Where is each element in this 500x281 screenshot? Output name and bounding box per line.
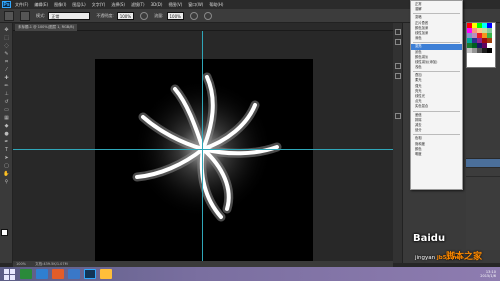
shape-tool-icon[interactable]: ▢ xyxy=(3,163,10,169)
url-watermark: jingyan jb51.net xyxy=(415,255,463,261)
opacity-label: 不透明度: xyxy=(96,12,114,18)
type-tool-icon[interactable]: T xyxy=(3,147,10,153)
foreground-color-swatch[interactable] xyxy=(1,229,8,236)
brush-preset-picker[interactable] xyxy=(20,10,30,21)
horizontal-guide[interactable] xyxy=(13,149,393,150)
menu-divider xyxy=(413,110,460,112)
blur-tool-icon[interactable]: ◆ xyxy=(3,123,10,129)
vertical-guide[interactable] xyxy=(202,31,203,261)
swatches-panel[interactable] xyxy=(466,22,496,68)
taskbar-app-icon[interactable] xyxy=(68,269,80,279)
windows-taskbar: 13:10 2015/1/6 xyxy=(0,267,500,281)
blend-lighter-color[interactable]: 浅色 xyxy=(411,65,462,70)
opacity-input[interactable]: 100% xyxy=(116,11,135,20)
stamp-tool-icon[interactable]: ⊥ xyxy=(3,91,10,97)
healing-tool-icon[interactable]: ✚ xyxy=(3,75,10,81)
windows-start-icon[interactable] xyxy=(3,268,17,280)
tool-preset-picker[interactable] xyxy=(4,10,14,21)
actions-panel-icon[interactable] xyxy=(395,39,401,45)
zoom-tool-icon[interactable]: ⚲ xyxy=(3,179,10,185)
clock-date: 2015/1/6 xyxy=(480,274,496,278)
menu-3d[interactable]: 3D(D) xyxy=(151,2,163,7)
menu-filter[interactable]: 滤镜(T) xyxy=(131,2,145,8)
mode-label: 模式: xyxy=(36,12,46,18)
photoshop-logo: Ps xyxy=(2,1,11,8)
zoom-level[interactable]: 100% xyxy=(16,262,26,266)
layer-row[interactable] xyxy=(466,168,500,177)
move-tool-icon[interactable]: ✥ xyxy=(3,27,10,33)
crop-tool-icon[interactable]: ⌗ xyxy=(3,59,10,65)
flow-input[interactable]: 100% xyxy=(166,11,184,20)
flow-label: 流量: xyxy=(154,12,164,18)
menu-view[interactable]: 视图(V) xyxy=(168,2,182,8)
system-clock[interactable]: 13:10 2015/1/6 xyxy=(480,270,496,278)
menu-window[interactable]: 窗口(W) xyxy=(188,2,203,8)
history-brush-icon[interactable]: ↺ xyxy=(3,99,10,105)
canvas-area[interactable] xyxy=(13,31,393,273)
layer-row[interactable] xyxy=(466,150,500,159)
mode-select[interactable]: 正常 xyxy=(48,11,91,20)
photoshop-taskbar-icon[interactable] xyxy=(84,269,96,279)
eyedropper-tool-icon[interactable]: ⁄ xyxy=(3,67,10,73)
path-select-tool-icon[interactable]: ➤ xyxy=(3,155,10,161)
document-tab[interactable]: 未标题-1 @ 100%(图层 1, RGB/8) xyxy=(15,24,77,31)
character-panel-icon[interactable] xyxy=(395,63,401,69)
menu-layer[interactable]: 图层(L) xyxy=(72,2,85,8)
gradient-tool-icon[interactable]: ▦ xyxy=(3,115,10,121)
blend-dissolve[interactable]: 溶解 xyxy=(411,7,462,12)
blend-luminosity[interactable]: 明度 xyxy=(411,152,462,157)
menu-file[interactable]: 文件(F) xyxy=(15,2,28,8)
layer-row-active[interactable] xyxy=(466,159,500,168)
pressure-opacity-icon[interactable] xyxy=(140,11,149,20)
swirl-artwork xyxy=(132,72,282,222)
watermark-url: jingyan xyxy=(415,255,436,261)
panel-icon-strip xyxy=(393,23,403,263)
menu-edit[interactable]: 编辑(E) xyxy=(34,2,48,8)
watermark-site-en: jb51.net xyxy=(436,255,463,261)
hand-tool-icon[interactable]: ✋ xyxy=(3,171,10,177)
blend-divide[interactable]: 划分 xyxy=(411,128,462,133)
taskbar-app-icon[interactable] xyxy=(20,269,32,279)
blend-darker-color[interactable]: 深色 xyxy=(411,36,462,41)
marquee-tool-icon[interactable]: ⬚ xyxy=(3,35,10,41)
layers-panel xyxy=(466,150,500,250)
quick-select-tool-icon[interactable]: ✎ xyxy=(3,51,10,57)
history-panel-icon[interactable] xyxy=(395,29,401,35)
document-size: 文档:439.5K/1.07M xyxy=(35,262,68,266)
document-canvas[interactable] xyxy=(95,59,313,273)
info-panel-icon[interactable] xyxy=(395,113,401,119)
taskbar-app-icon[interactable] xyxy=(100,269,112,279)
blend-hard-mix[interactable]: 实色混合 xyxy=(411,104,462,109)
airbrush-icon[interactable] xyxy=(189,11,198,20)
taskbar-app-icon[interactable] xyxy=(36,269,48,279)
baidu-watermark: Baidu xyxy=(413,233,446,244)
dodge-tool-icon[interactable]: ● xyxy=(3,131,10,137)
menu-help[interactable]: 帮助(H) xyxy=(209,2,223,8)
lasso-tool-icon[interactable]: ◌ xyxy=(3,43,10,49)
menu-type[interactable]: 文字(Y) xyxy=(92,2,106,8)
toolbox: ✥ ⬚ ◌ ✎ ⌗ ⁄ ✚ ✏ ⊥ ↺ ▭ ▦ ◆ ● ✒ T ➤ ▢ ✋ ⚲ xyxy=(0,23,13,263)
paragraph-panel-icon[interactable] xyxy=(395,73,401,79)
document-tab-bar: 未标题-1 @ 100%(图层 1, RGB/8) xyxy=(13,23,393,31)
menu-select[interactable]: 选择(S) xyxy=(111,2,125,8)
brush-tool-icon[interactable]: ✏ xyxy=(3,83,10,89)
menu-image[interactable]: 图像(I) xyxy=(54,2,66,8)
taskbar-app-icon[interactable] xyxy=(52,269,64,279)
eraser-tool-icon[interactable]: ▭ xyxy=(3,107,10,113)
blend-mode-dropdown: 正常 溶解 变暗 正片叠底 颜色加深 线性加深 深色 变亮 滤色 颜色减淡 线性… xyxy=(410,0,463,190)
pen-tool-icon[interactable]: ✒ xyxy=(3,139,10,145)
pressure-size-icon[interactable] xyxy=(203,11,212,20)
